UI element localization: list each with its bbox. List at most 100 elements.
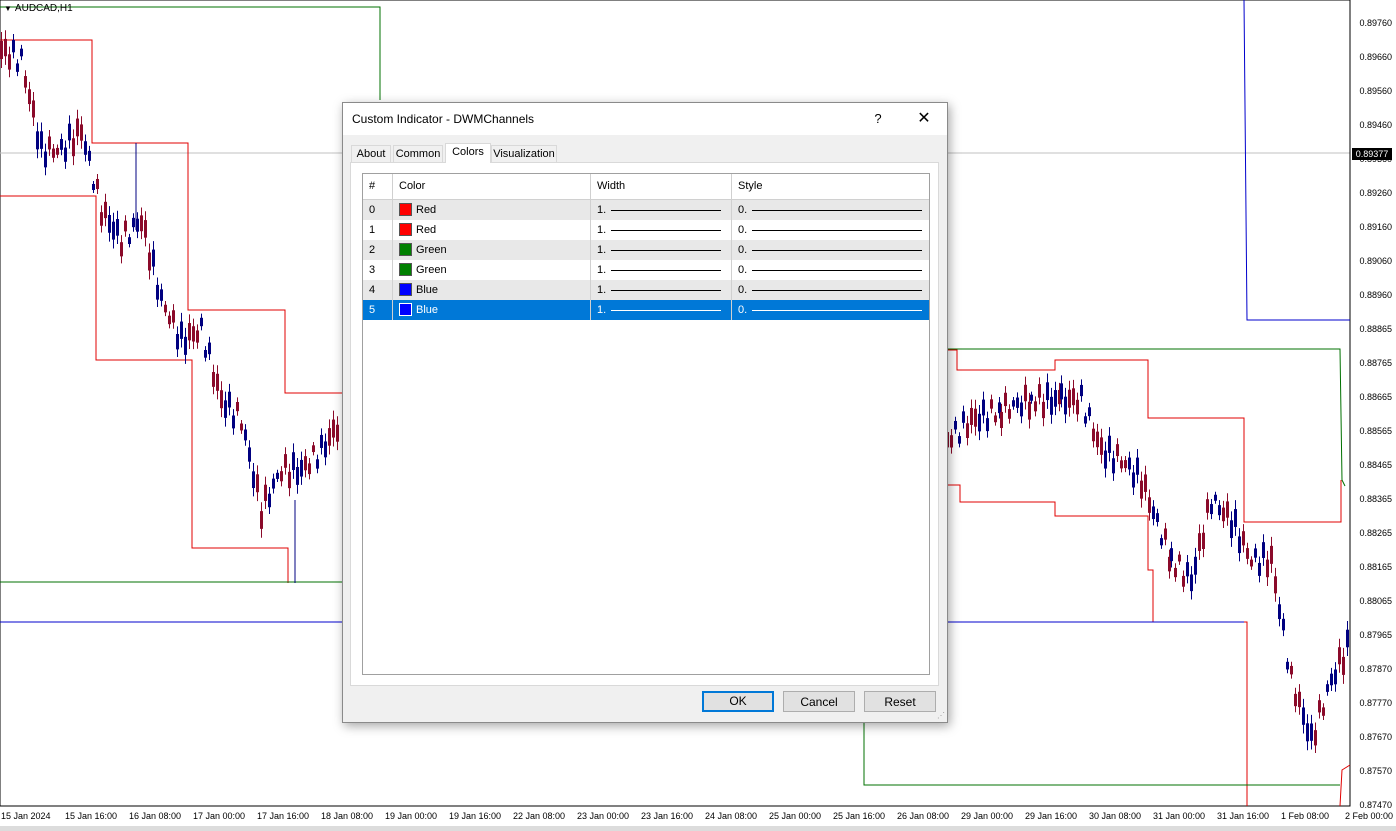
dialog-titlebar[interactable]: Custom Indicator - DWMChannels ? ✕	[343, 103, 947, 135]
candle-body	[1030, 394, 1033, 401]
candle-body	[1084, 416, 1087, 424]
symbol-label[interactable]: ▼ AUDCAD,H1	[4, 3, 73, 14]
tab-common[interactable]: Common	[393, 145, 443, 162]
ok-button[interactable]: OK	[702, 691, 774, 712]
column-header-width[interactable]: Width	[591, 174, 732, 199]
candle-body	[1038, 384, 1041, 398]
candle-body	[232, 415, 235, 429]
candle-body	[1076, 399, 1079, 415]
row-index: 4	[363, 280, 393, 300]
help-icon[interactable]: ?	[863, 107, 893, 131]
candle-body	[1170, 548, 1173, 562]
tab-colors[interactable]: Colors	[445, 143, 491, 163]
time-axis-label: 19 Jan 00:00	[385, 811, 438, 821]
candle-body	[220, 390, 223, 409]
width-select[interactable]: 1.	[591, 220, 732, 240]
style-select[interactable]: 0.	[732, 240, 929, 260]
red-channel-line	[1244, 621, 1248, 806]
candle-body	[212, 372, 215, 387]
candle-body	[1112, 458, 1115, 474]
color-swatch	[399, 302, 412, 316]
candle-body	[32, 100, 35, 118]
candle-body	[96, 178, 99, 190]
candle-body	[1342, 656, 1345, 675]
color-name: Green	[416, 244, 447, 256]
price-axis-label: 0.88765	[1359, 358, 1392, 368]
candle-body	[1054, 390, 1057, 407]
width-select[interactable]: 1.	[591, 240, 732, 260]
column-header-color[interactable]: Color	[393, 174, 591, 199]
indicator-buffer-row[interactable]: 0 Red 1. 0.	[363, 200, 929, 220]
candle-body	[1318, 700, 1321, 713]
candle-body	[1124, 460, 1127, 469]
style-select[interactable]: 0.	[732, 280, 929, 300]
column-header-style[interactable]: Style	[732, 174, 929, 199]
color-picker[interactable]: Red	[393, 220, 591, 240]
candle-body	[954, 420, 957, 430]
close-icon[interactable]: ✕	[909, 107, 939, 131]
width-line-sample	[611, 290, 721, 291]
candle-body	[120, 242, 123, 257]
width-select[interactable]: 1.	[591, 280, 732, 300]
indicator-buffer-row[interactable]: 4 Blue 1. 0.	[363, 280, 929, 300]
column-header-index[interactable]: #	[363, 174, 393, 199]
style-value: 0.	[738, 284, 748, 296]
time-axis-label: 18 Jan 08:00	[321, 811, 374, 821]
cancel-button[interactable]: Cancel	[783, 691, 855, 712]
candle-body	[24, 76, 27, 88]
candle-body	[1088, 407, 1091, 417]
candle-body	[324, 441, 327, 458]
candle-body	[1238, 536, 1241, 554]
candle-body	[156, 284, 159, 300]
style-select[interactable]: 0.	[732, 200, 929, 220]
candle-body	[332, 419, 335, 438]
time-axis-label: 1 Feb 08:00	[1281, 811, 1330, 821]
candle-body	[1338, 647, 1341, 665]
indicator-buffer-row[interactable]: 2 Green 1. 0.	[363, 240, 929, 260]
price-axis-label: 0.89260	[1359, 188, 1392, 198]
candle-body	[184, 336, 187, 355]
candle-body	[328, 428, 331, 446]
width-select[interactable]: 1.	[591, 300, 732, 320]
candle-body	[970, 407, 973, 425]
indicator-buffer-row[interactable]: 5 Blue 1. 0.	[363, 300, 929, 320]
price-axis-label: 0.88365	[1359, 494, 1392, 504]
green-channel-line	[863, 720, 1340, 786]
dropdown-triangle-icon[interactable]: ▼	[4, 4, 12, 13]
reset-button[interactable]: Reset	[864, 691, 936, 712]
tab-about[interactable]: About	[351, 145, 391, 162]
style-select[interactable]: 0.	[732, 300, 929, 320]
candle-body	[1334, 669, 1337, 685]
time-axis-label: 22 Jan 08:00	[513, 811, 566, 821]
candle-body	[1160, 538, 1163, 546]
style-select[interactable]: 0.	[732, 220, 929, 240]
indicator-buffer-row[interactable]: 1 Red 1. 0.	[363, 220, 929, 240]
candle-body	[1222, 507, 1225, 522]
candle-body	[1144, 474, 1147, 492]
color-picker[interactable]: Blue	[393, 280, 591, 300]
width-select[interactable]: 1.	[591, 260, 732, 280]
color-picker[interactable]: Red	[393, 200, 591, 220]
candle-body	[44, 151, 47, 168]
style-line-sample	[752, 290, 922, 291]
color-swatch	[399, 282, 412, 296]
resize-grip-icon[interactable]: ⋰	[937, 711, 945, 720]
price-axis-label: 0.89560	[1359, 86, 1392, 96]
color-picker[interactable]: Green	[393, 240, 591, 260]
width-select[interactable]: 1.	[591, 200, 732, 220]
candle-body	[1190, 574, 1193, 592]
candle-body	[28, 89, 31, 105]
indicator-buffer-row[interactable]: 3 Green 1. 0.	[363, 260, 929, 280]
candle-body	[1060, 383, 1063, 400]
color-picker[interactable]: Green	[393, 260, 591, 280]
candle-body	[224, 400, 227, 418]
price-axis-label: 0.87965	[1359, 630, 1392, 640]
candle-body	[1282, 618, 1285, 631]
style-select[interactable]: 0.	[732, 260, 929, 280]
candle-body	[80, 124, 83, 141]
candle-body	[998, 402, 1001, 414]
tab-visualization[interactable]: Visualization	[491, 145, 557, 162]
colors-grid: # Color Width Style 0 Red 1. 0. 1 Red 1. 0. 2 Gre…	[362, 173, 930, 675]
candle-body	[1046, 382, 1049, 401]
color-picker[interactable]: Blue	[393, 300, 591, 320]
